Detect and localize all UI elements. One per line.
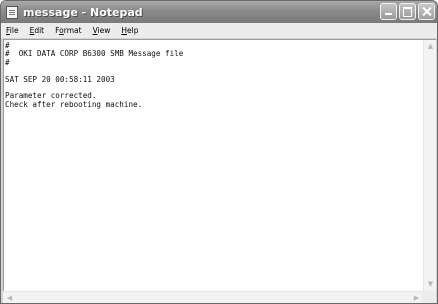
menu-format-label: rmat	[63, 26, 82, 35]
scroll-down-icon[interactable]: ▼	[424, 278, 437, 291]
menu-help[interactable]: Help	[120, 26, 139, 35]
menu-format[interactable]: Format	[54, 26, 82, 35]
menu-file[interactable]: File	[5, 26, 20, 35]
notepad-window: message - Notepad File Edit Format View …	[0, 0, 438, 304]
menu-view[interactable]: View	[92, 26, 112, 35]
title-bar[interactable]: message - Notepad	[1, 1, 437, 23]
text-editor[interactable]: # # OKI DATA CORP B6300 SMB Message file #…	[3, 39, 436, 291]
notepad-icon[interactable]	[6, 5, 18, 19]
size-grip[interactable]	[422, 291, 436, 303]
text-line: Check after rebooting machine.	[5, 99, 143, 109]
minimize-button[interactable]	[380, 3, 397, 20]
text-line: # OKI DATA CORP B6300 SMB Message file	[5, 49, 184, 59]
text-line: SAT SEP 20 00:58:11 2003	[5, 74, 115, 84]
document-text[interactable]: # # OKI DATA CORP B6300 SMB Message file #…	[5, 42, 422, 291]
close-button[interactable]	[418, 3, 435, 20]
scroll-up-icon[interactable]: ▲	[424, 40, 437, 53]
text-line: #	[5, 57, 10, 67]
horizontal-scrollbar[interactable]: ◀ ▶	[3, 291, 423, 303]
window-title: message - Notepad	[23, 5, 143, 19]
menu-view-label: iew	[97, 26, 111, 35]
menu-file-label: ile	[9, 26, 19, 35]
menu-bar: File Edit Format View Help	[1, 23, 437, 38]
menu-edit-label: dit	[34, 26, 45, 35]
menu-edit[interactable]: Edit	[29, 26, 46, 35]
menu-help-label: elp	[127, 26, 139, 35]
scroll-left-icon[interactable]: ◀	[3, 292, 16, 303]
vertical-scrollbar[interactable]: ▲ ▼	[423, 40, 436, 291]
maximize-button[interactable]	[399, 3, 416, 20]
window-controls	[380, 3, 435, 20]
